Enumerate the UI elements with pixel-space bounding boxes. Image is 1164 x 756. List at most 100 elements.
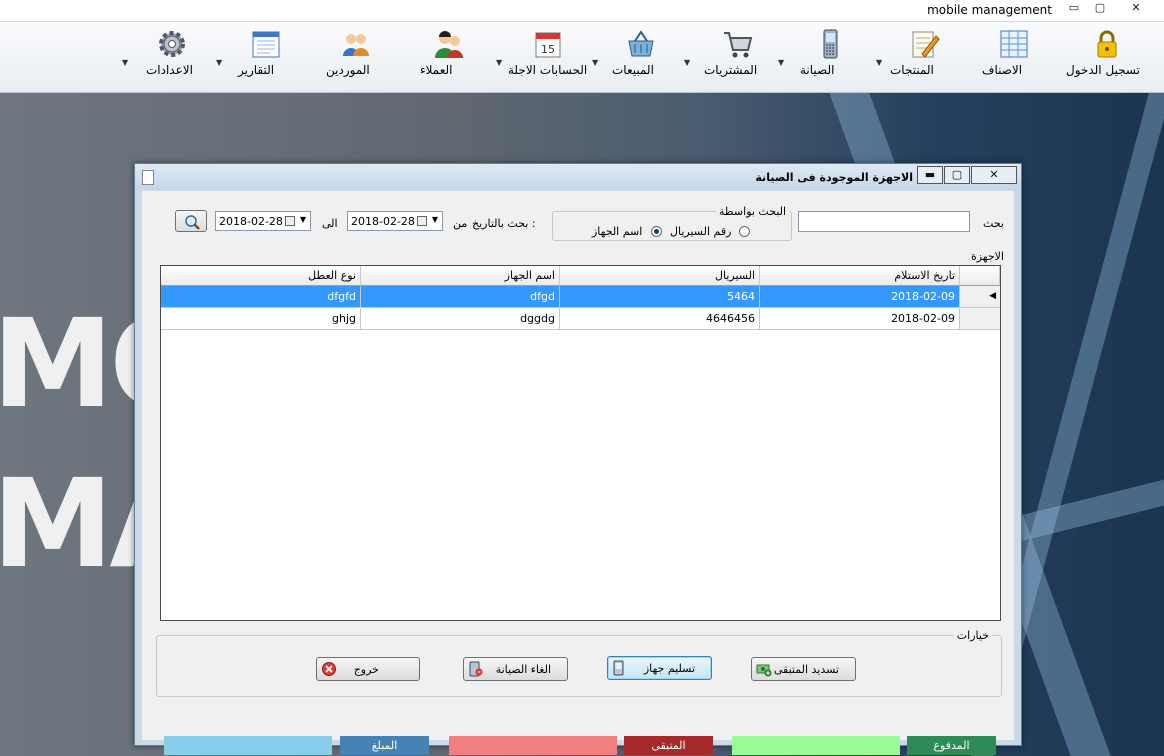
search-input[interactable]: [798, 211, 970, 232]
device-icon: [613, 660, 624, 676]
menu-label: الاصناف: [982, 63, 1023, 77]
menu-item-sales[interactable]: المبيعات ▼: [592, 28, 670, 86]
pay-remaining-button[interactable]: تسديد المتبقى: [751, 657, 856, 681]
options-group: [156, 635, 1002, 697]
magnifier-icon: [185, 215, 200, 230]
radio-serial-label: رقم السيريال: [670, 225, 732, 238]
cell-serial[interactable]: 5464: [560, 286, 760, 308]
window-titlebar: mobile management ▭ ▢ ✕: [0, 0, 1164, 22]
paid-label: المدفوع: [907, 736, 996, 755]
radio-serial[interactable]: [739, 226, 750, 237]
calendar-icon: [417, 216, 427, 226]
exit-label: خروج: [353, 663, 379, 676]
chevron-down-icon[interactable]: ▼: [496, 58, 502, 67]
devices-group-label: الاجهزة: [970, 250, 1004, 263]
radio-device-name-label: اسم الجهاز: [592, 225, 643, 238]
menu-item-deferred-accounts[interactable]: 15 الحسابات الاجلة ▼: [496, 28, 588, 86]
search-label: بحث: [983, 217, 1004, 230]
search-button[interactable]: [175, 210, 207, 232]
menu-item-suppliers[interactable]: الموردين: [326, 28, 386, 86]
chevron-down-icon[interactable]: ▼: [216, 58, 222, 67]
menu-item-customers[interactable]: العملاء: [420, 28, 478, 86]
suppliers-icon: [343, 34, 369, 56]
svg-text:15: 15: [541, 43, 555, 56]
chevron-down-icon[interactable]: ▼: [300, 215, 306, 224]
basket-icon: [628, 30, 654, 57]
dialog-close-button[interactable]: ✕: [971, 166, 1017, 184]
menu-label: المشتريات: [704, 63, 758, 77]
mobile-phone-icon: [823, 29, 838, 59]
from-label: من: [453, 217, 468, 230]
chevron-down-icon[interactable]: ▼: [432, 215, 438, 224]
cancel-maintenance-button[interactable]: الغاء الصيانة: [463, 657, 568, 681]
date-from-picker[interactable]: 2018-02-28 ▼: [347, 211, 443, 231]
menu-item-settings[interactable]: الاعدادات ▼: [122, 28, 198, 86]
maximize-button[interactable]: ▢: [1088, 1, 1112, 18]
amount-value: [164, 736, 332, 755]
chevron-down-icon[interactable]: ▼: [778, 58, 784, 67]
date-from-value: 2018-02-28: [351, 215, 415, 228]
menu-item-maintenance[interactable]: الصيانة ▼: [778, 28, 860, 86]
column-header-device-name[interactable]: اسم الجهاز: [361, 266, 560, 286]
cell-serial[interactable]: 4646456: [560, 308, 760, 330]
menu-label: العملاء: [420, 63, 453, 77]
app-title: mobile management: [927, 3, 1052, 17]
cell-receive-date[interactable]: 2018-02-09: [760, 286, 960, 308]
deliver-device-button[interactable]: تسليم جهاز: [607, 656, 712, 680]
document-icon: [142, 170, 154, 185]
dialog-titlebar: الاجهزة الموجودة فى الصيانة ▬ ▢ ✕: [135, 164, 1021, 190]
date-to-picker[interactable]: 2018-02-28 ▼: [215, 211, 311, 231]
cell-receive-date[interactable]: 2018-02-09: [760, 308, 960, 330]
notepad-pencil-icon: [912, 31, 940, 58]
remaining-value: [449, 736, 617, 755]
menu-label: المبيعات: [612, 63, 654, 77]
cell-device-name[interactable]: dfgd: [361, 286, 560, 308]
column-header-receive-date[interactable]: تاريخ الاستلام: [760, 266, 960, 286]
radio-device-name[interactable]: [651, 226, 662, 237]
column-header-fault[interactable]: نوع العطل: [161, 266, 361, 286]
column-header-serial[interactable]: السيريال: [560, 266, 760, 286]
chevron-down-icon[interactable]: ▼: [684, 58, 690, 67]
cell-fault[interactable]: ghjg: [161, 308, 361, 330]
close-button[interactable]: ✕: [1124, 1, 1148, 18]
calendar-icon: 15: [535, 32, 561, 58]
row-selector[interactable]: ◀: [960, 286, 1000, 308]
row-selector[interactable]: [960, 308, 1000, 330]
menu-item-login[interactable]: تسجيل الدخول: [1066, 28, 1148, 86]
date-search-label: بحث بالتاريخ :: [472, 217, 536, 230]
main-toolbar: تسجيل الدخول الاصناف المنتجات ▼ الصيانة …: [0, 22, 1164, 93]
amount-label: المبلغ: [340, 736, 429, 755]
pay-remaining-label: تسديد المتبقى: [773, 663, 839, 676]
report-icon: [252, 31, 280, 58]
gear-icon: [159, 31, 185, 57]
exit-button[interactable]: خروج: [316, 657, 420, 681]
menu-item-products[interactable]: المنتجات ▼: [876, 28, 958, 86]
to-label: الى: [322, 217, 338, 230]
dialog-minimize-button[interactable]: ▬: [917, 166, 943, 184]
menu-label: تسجيل الدخول: [1066, 63, 1140, 77]
chevron-down-icon[interactable]: ▼: [876, 58, 882, 67]
table-row[interactable]: ghjg dggdg 4646456 2018-02-09: [161, 308, 1000, 330]
menu-item-purchases[interactable]: المشتريات ▼: [684, 28, 772, 86]
table-row[interactable]: dfgfd dfgd 5464 2018-02-09 ◀: [161, 286, 1000, 308]
menu-label: التقارير: [238, 63, 275, 77]
dialog-maximize-button[interactable]: ▢: [944, 166, 970, 184]
cell-device-name[interactable]: dggdg: [361, 308, 560, 330]
menu-item-reports[interactable]: التقارير ▼: [216, 28, 294, 86]
search-by-group-label: البحث بواسطة: [716, 205, 790, 218]
grid-sheet-icon: [1000, 30, 1028, 58]
chevron-down-icon[interactable]: ▼: [592, 58, 598, 67]
remaining-label: المتبقى: [624, 736, 713, 755]
chevron-down-icon[interactable]: ▼: [122, 58, 128, 67]
paid-value: [732, 736, 900, 755]
menu-item-categories[interactable]: الاصناف: [982, 28, 1046, 86]
dialog-title: الاجهزة الموجودة فى الصيانة: [755, 171, 913, 184]
current-row-arrow-icon: ◀: [989, 291, 996, 301]
date-to-value: 2018-02-28: [219, 215, 283, 228]
device-cancel-icon: [469, 661, 483, 677]
money-add-icon: [756, 664, 772, 677]
cell-fault[interactable]: dfgfd: [161, 286, 361, 308]
minimize-button[interactable]: ▭: [1062, 1, 1086, 18]
dialog-body: بحث البحث بواسطة رقم السيريال اسم الجهاز…: [142, 191, 1014, 755]
menu-label: الصيانة: [800, 63, 835, 77]
